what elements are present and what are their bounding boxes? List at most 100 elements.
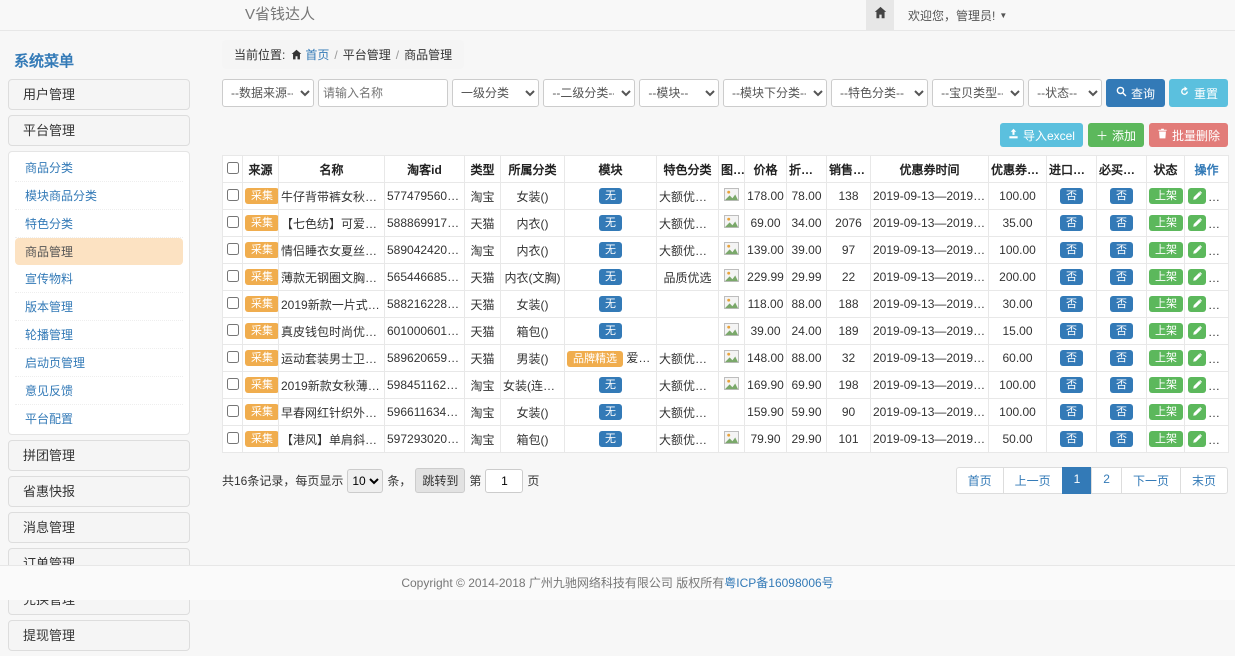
sidebar-item-宣传物料[interactable]: 宣传物料 bbox=[15, 265, 183, 293]
edit-button[interactable] bbox=[1188, 377, 1206, 393]
filter-select-模块下分类[interactable]: --模块下分类-- bbox=[723, 79, 827, 107]
import-pick-badge[interactable]: 否 bbox=[1060, 215, 1083, 231]
coupon-time-cell: 2019-09-13—2019-09-17 bbox=[871, 372, 989, 399]
must-buy-badge[interactable]: 否 bbox=[1110, 431, 1133, 447]
page-number-input[interactable] bbox=[485, 469, 523, 493]
must-buy-badge[interactable]: 否 bbox=[1110, 269, 1133, 285]
sidebar-item-轮播管理[interactable]: 轮播管理 bbox=[15, 321, 183, 349]
filter-select-二级分类[interactable]: --二级分类-- bbox=[543, 79, 635, 107]
row-checkbox[interactable] bbox=[227, 216, 239, 228]
row-checkbox[interactable] bbox=[227, 297, 239, 309]
pager-item-首页[interactable]: 首页 bbox=[956, 467, 1004, 494]
row-checkbox[interactable] bbox=[227, 378, 239, 390]
must-buy-badge[interactable]: 否 bbox=[1110, 215, 1133, 231]
import-excel-button[interactable]: 导入excel bbox=[1000, 123, 1083, 147]
reset-button[interactable]: 重置 bbox=[1169, 79, 1228, 107]
must-buy-badge[interactable]: 否 bbox=[1110, 323, 1133, 339]
per-page-select[interactable]: 10 bbox=[347, 469, 383, 493]
sidebar-item-平台配置[interactable]: 平台配置 bbox=[15, 405, 183, 432]
status-badge[interactable]: 上架 bbox=[1149, 323, 1183, 339]
must-buy-badge[interactable]: 否 bbox=[1110, 188, 1133, 204]
edit-button[interactable] bbox=[1188, 215, 1206, 231]
status-badge[interactable]: 上架 bbox=[1149, 269, 1183, 285]
status-badge[interactable]: 上架 bbox=[1149, 188, 1183, 204]
filter-select-特色分类[interactable]: --特色分类-- bbox=[831, 79, 928, 107]
sidebar-item-商品管理[interactable]: 商品管理 bbox=[15, 238, 183, 265]
add-button[interactable]: ＋ 添加 bbox=[1088, 123, 1144, 147]
must-buy-badge[interactable]: 否 bbox=[1110, 350, 1133, 366]
sidebar-group-消息管理[interactable]: 消息管理 bbox=[8, 512, 190, 543]
pager-item-末页[interactable]: 末页 bbox=[1180, 467, 1228, 494]
pager-item-1[interactable]: 1 bbox=[1062, 467, 1093, 494]
edit-button[interactable] bbox=[1188, 404, 1206, 420]
select-all-checkbox[interactable] bbox=[227, 162, 239, 174]
row-checkbox[interactable] bbox=[227, 405, 239, 417]
pager-item-2[interactable]: 2 bbox=[1091, 467, 1122, 494]
home-button[interactable] bbox=[866, 0, 894, 30]
sidebar-item-启动页管理[interactable]: 启动页管理 bbox=[15, 349, 183, 377]
edit-button[interactable] bbox=[1188, 242, 1206, 258]
batch-delete-button[interactable]: 批量删除 bbox=[1149, 123, 1228, 147]
sidebar-item-特色分类[interactable]: 特色分类 bbox=[15, 210, 183, 238]
import-pick-badge[interactable]: 否 bbox=[1060, 404, 1083, 420]
import-pick-badge[interactable]: 否 bbox=[1060, 350, 1083, 366]
sidebar-group-省惠快报[interactable]: 省惠快报 bbox=[8, 476, 190, 507]
feature-category-cell: 大额优惠券 bbox=[657, 183, 719, 210]
import-pick-badge[interactable]: 否 bbox=[1060, 323, 1083, 339]
status-badge[interactable]: 上架 bbox=[1149, 350, 1183, 366]
operations-cell bbox=[1185, 264, 1229, 291]
row-checkbox[interactable] bbox=[227, 432, 239, 444]
status-badge[interactable]: 上架 bbox=[1149, 404, 1183, 420]
row-checkbox[interactable] bbox=[227, 351, 239, 363]
status-badge[interactable]: 上架 bbox=[1149, 377, 1183, 393]
jump-button[interactable]: 跳转到 bbox=[415, 468, 465, 493]
status-badge[interactable]: 上架 bbox=[1149, 242, 1183, 258]
must-buy-badge[interactable]: 否 bbox=[1110, 377, 1133, 393]
column-header-模块: 模块 bbox=[565, 156, 657, 183]
edit-button[interactable] bbox=[1188, 296, 1206, 312]
filter-select-状态[interactable]: --状态-- bbox=[1028, 79, 1102, 107]
import-pick-badge[interactable]: 否 bbox=[1060, 269, 1083, 285]
sidebar-group-平台管理[interactable]: 平台管理 bbox=[8, 115, 190, 146]
sidebar-group-用户管理[interactable]: 用户管理 bbox=[8, 79, 190, 110]
row-checkbox[interactable] bbox=[227, 189, 239, 201]
pager-item-上一页[interactable]: 上一页 bbox=[1003, 467, 1063, 494]
must-buy-badge[interactable]: 否 bbox=[1110, 242, 1133, 258]
filter-select-数据来源[interactable]: --数据来源-- bbox=[222, 79, 314, 107]
import-pick-badge[interactable]: 否 bbox=[1060, 431, 1083, 447]
must-buy-badge[interactable]: 否 bbox=[1110, 404, 1133, 420]
pager-item-下一页[interactable]: 下一页 bbox=[1121, 467, 1181, 494]
sidebar-item-模块商品分类[interactable]: 模块商品分类 bbox=[15, 182, 183, 210]
filter-select-一级分类[interactable]: 一级分类 bbox=[452, 79, 539, 107]
edit-button[interactable] bbox=[1188, 188, 1206, 204]
product-name-cell: 2019新款一片式系... bbox=[279, 291, 385, 318]
import-pick-badge[interactable]: 否 bbox=[1060, 296, 1083, 312]
import-pick-badge[interactable]: 否 bbox=[1060, 188, 1083, 204]
sidebar-group-拼团管理[interactable]: 拼团管理 bbox=[8, 440, 190, 471]
row-checkbox[interactable] bbox=[227, 270, 239, 282]
edit-button[interactable] bbox=[1188, 431, 1206, 447]
edit-button[interactable] bbox=[1188, 323, 1206, 339]
status-badge[interactable]: 上架 bbox=[1149, 215, 1183, 231]
import-pick-badge[interactable]: 否 bbox=[1060, 242, 1083, 258]
status-badge[interactable]: 上架 bbox=[1149, 296, 1183, 312]
sidebar-item-商品分类[interactable]: 商品分类 bbox=[15, 154, 183, 182]
row-checkbox[interactable] bbox=[227, 324, 239, 336]
row-checkbox-cell bbox=[223, 264, 243, 291]
status-badge[interactable]: 上架 bbox=[1149, 431, 1183, 447]
edit-button[interactable] bbox=[1188, 350, 1206, 366]
row-checkbox[interactable] bbox=[227, 243, 239, 255]
icp-link[interactable]: 粤ICP备16098006号 bbox=[724, 576, 833, 590]
edit-button[interactable] bbox=[1188, 269, 1206, 285]
query-button[interactable]: 查询 bbox=[1106, 79, 1165, 107]
filter-select-模块[interactable]: --模块-- bbox=[639, 79, 719, 107]
sidebar-item-版本管理[interactable]: 版本管理 bbox=[15, 293, 183, 321]
name-search-input[interactable] bbox=[318, 79, 448, 107]
user-menu[interactable]: 欢迎您，管理员! ▼ bbox=[908, 7, 1007, 24]
import-pick-badge[interactable]: 否 bbox=[1060, 377, 1083, 393]
must-buy-badge[interactable]: 否 bbox=[1110, 296, 1133, 312]
filter-select-宝贝类型[interactable]: --宝贝类型-- bbox=[932, 79, 1024, 107]
breadcrumb-item-首页[interactable]: 首页 bbox=[305, 48, 329, 62]
sidebar-item-意见反馈[interactable]: 意见反馈 bbox=[15, 377, 183, 405]
sidebar-group-提现管理[interactable]: 提现管理 bbox=[8, 620, 190, 651]
